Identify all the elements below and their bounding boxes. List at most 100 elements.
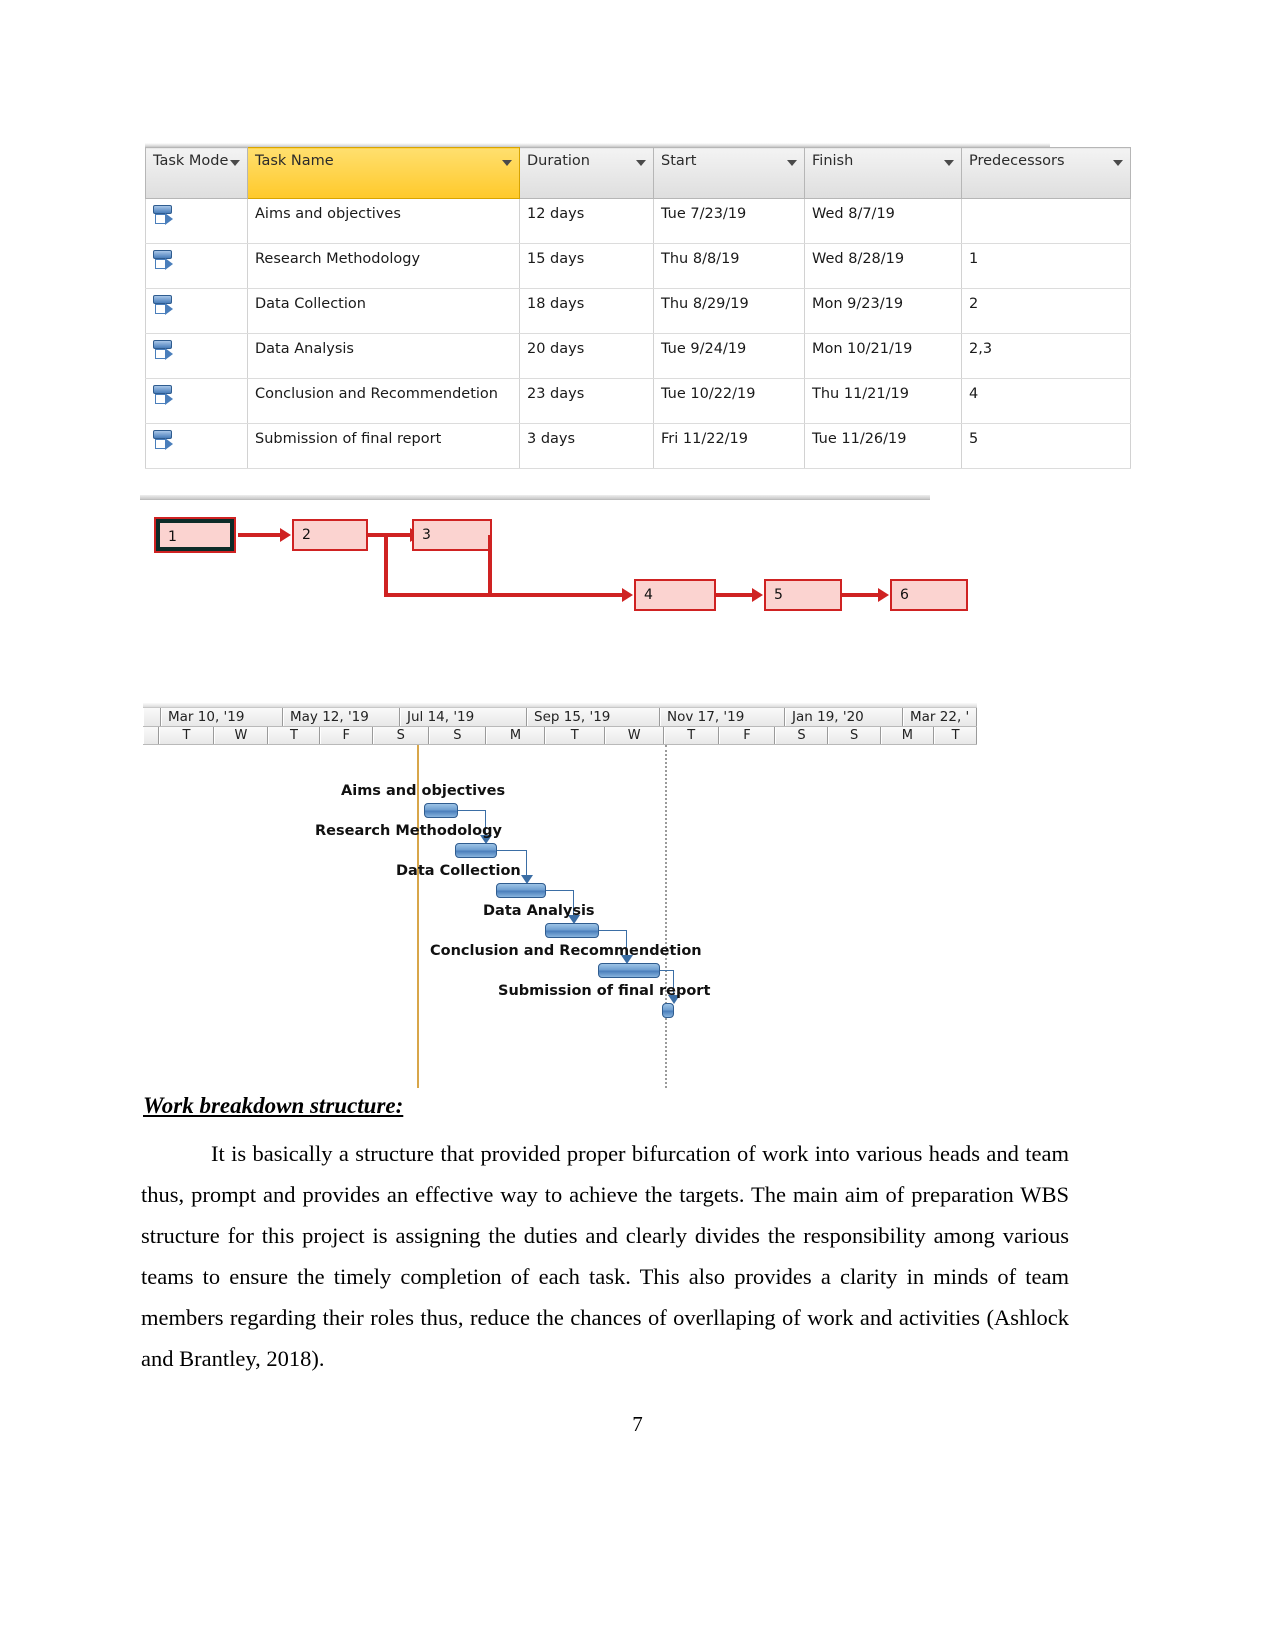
gantt-task-label: Submission of final report [498,983,711,999]
column-header-predecessors[interactable]: Predecessors [961,147,1131,199]
duration-cell[interactable]: 18 days [519,288,654,334]
gantt-major-tick: Sep 15, '19 [527,708,660,726]
duration-cell[interactable]: 12 days [519,198,654,244]
gantt-timeline-minor-row: T W T F S S M T W T F S S M T [143,727,977,745]
network-node-label: 5 [774,587,783,603]
gantt-task-label: Data Collection [396,863,521,879]
task-mode-cell[interactable] [145,288,248,334]
column-header-task-mode[interactable]: Task Mode [145,147,248,199]
network-node-2[interactable]: 2 [292,519,368,551]
finish-cell[interactable]: Wed 8/7/19 [804,198,962,244]
network-node-label: 1 [168,529,177,545]
table-header-row: Task Mode Task Name Duration Start Finis… [145,147,1131,199]
predecessors-cell[interactable]: 4 [961,378,1131,424]
column-header-finish[interactable]: Finish [804,147,962,199]
gantt-minor-tick: M [880,727,935,744]
gantt-bar-task-3[interactable] [496,883,546,898]
table-row[interactable]: Data Analysis 20 days Tue 9/24/19 Mon 10… [145,333,1131,379]
filter-dropdown-icon[interactable] [230,160,240,166]
column-header-task-name[interactable]: Task Name [247,147,520,199]
network-node-4[interactable]: 4 [634,579,716,611]
table-row[interactable]: Conclusion and Recommendetion 23 days Tu… [145,378,1131,424]
duration-cell[interactable]: 23 days [519,378,654,424]
page-number: 7 [632,1412,643,1436]
start-cell[interactable]: Thu 8/8/19 [653,243,805,289]
gantt-minor-tick: T [663,727,719,744]
finish-cell[interactable]: Mon 10/21/19 [804,333,962,379]
task-name-cell[interactable]: Conclusion and Recommendetion [247,378,520,424]
column-header-label: Finish [812,153,854,169]
gantt-bar-task-1[interactable] [424,803,458,818]
network-diagram: 1 2 3 4 5 6 [140,495,1045,630]
network-node-3[interactable]: 3 [412,519,492,551]
filter-dropdown-icon[interactable] [944,160,954,166]
network-edge-4-5 [716,593,756,597]
network-edge-1-2 [238,533,284,537]
filter-dropdown-icon[interactable] [787,160,797,166]
gantt-bar-task-6[interactable] [662,1003,674,1018]
start-cell[interactable]: Tue 7/23/19 [653,198,805,244]
column-header-label: Predecessors [969,153,1065,169]
predecessors-cell[interactable]: 1 [961,243,1131,289]
predecessors-cell[interactable] [961,198,1131,244]
start-cell[interactable]: Fri 11/22/19 [653,423,805,469]
start-cell[interactable]: Tue 9/24/19 [653,333,805,379]
start-cell[interactable]: Tue 10/22/19 [653,378,805,424]
gantt-minor-tick: T [268,727,320,744]
filter-dropdown-icon[interactable] [636,160,646,166]
task-mode-cell[interactable] [145,243,248,289]
task-mode-cell[interactable] [145,198,248,244]
table-row[interactable]: Submission of final report 3 days Fri 11… [145,423,1131,469]
task-mode-cell[interactable] [145,378,248,424]
filter-dropdown-icon[interactable] [1113,160,1123,166]
gantt-minor-tick: F [319,727,373,744]
gantt-bar-task-5[interactable] [598,963,660,978]
task-name-cell[interactable]: Research Methodology [247,243,520,289]
gantt-link-2-3-h [497,850,527,851]
diagram-top-rule [140,495,930,500]
network-node-6[interactable]: 6 [890,579,968,611]
duration-cell[interactable]: 20 days [519,333,654,379]
page-title: Work breakdown structure: [143,1093,404,1118]
network-node-1[interactable]: 1 [154,517,236,553]
finish-cell[interactable]: Wed 8/28/19 [804,243,962,289]
predecessors-cell[interactable]: 5 [961,423,1131,469]
task-name-cell[interactable]: Data Analysis [247,333,520,379]
gantt-major-tick: May 12, '19 [283,708,400,726]
predecessors-cell[interactable]: 2,3 [961,333,1131,379]
gantt-bar-task-4[interactable] [545,923,599,938]
task-name-cell[interactable]: Aims and objectives [247,198,520,244]
gantt-link-1-2-h [458,810,486,811]
duration-cell[interactable]: 3 days [519,423,654,469]
gantt-major-tick: Jul 14, '19 [400,708,527,726]
duration-cell[interactable]: 15 days [519,243,654,289]
column-header-start[interactable]: Start [653,147,805,199]
table-row[interactable]: Data Collection 18 days Thu 8/29/19 Mon … [145,288,1131,334]
filter-dropdown-icon[interactable] [502,160,512,166]
network-node-5[interactable]: 5 [764,579,842,611]
task-name-cell[interactable]: Submission of final report [247,423,520,469]
gantt-major-spacer [143,708,161,726]
column-header-duration[interactable]: Duration [519,147,654,199]
gantt-status-date-line [665,745,667,1088]
gantt-task-label: Data Analysis [483,903,595,919]
gantt-link-4-5-h [599,930,627,931]
gantt-major-tick: Mar 22, ' [903,708,977,726]
finish-cell[interactable]: Mon 9/23/19 [804,288,962,334]
finish-cell[interactable]: Tue 11/26/19 [804,423,962,469]
finish-cell[interactable]: Thu 11/21/19 [804,378,962,424]
network-edge-1-2-arrowhead [280,528,291,542]
gantt-timeline-major-row: Mar 10, '19 May 12, '19 Jul 14, '19 Sep … [143,708,977,727]
task-mode-cell[interactable] [145,333,248,379]
gantt-major-tick: Jan 19, '20 [785,708,903,726]
gantt-chart: Mar 10, '19 May 12, '19 Jul 14, '19 Sep … [143,703,977,1088]
task-name-cell[interactable]: Data Collection [247,288,520,334]
task-mode-cell[interactable] [145,423,248,469]
body-paragraph: It is basically a structure that provide… [141,1141,1069,1371]
gantt-bar-task-2[interactable] [455,843,497,858]
table-row[interactable]: Aims and objectives 12 days Tue 7/23/19 … [145,198,1131,244]
auto-schedule-icon [153,385,179,409]
predecessors-cell[interactable]: 2 [961,288,1131,334]
start-cell[interactable]: Thu 8/29/19 [653,288,805,334]
table-row[interactable]: Research Methodology 15 days Thu 8/8/19 … [145,243,1131,289]
